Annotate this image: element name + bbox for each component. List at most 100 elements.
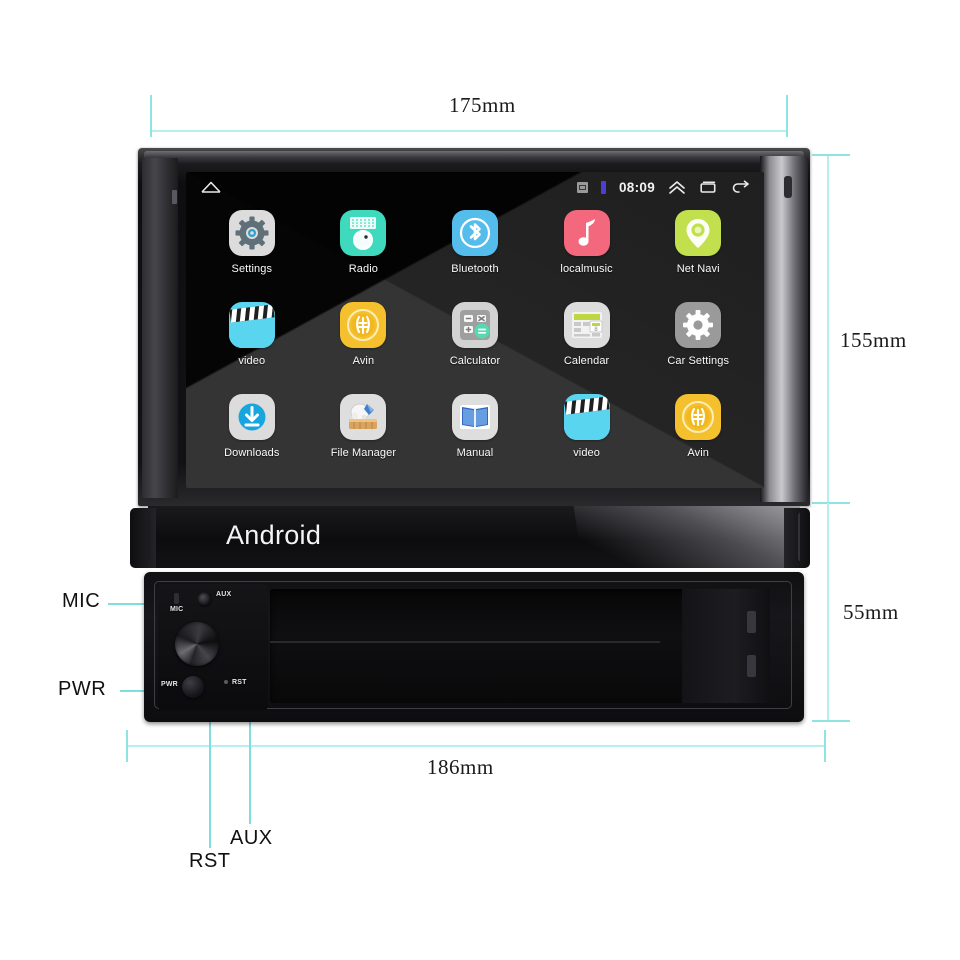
app-label: video bbox=[573, 447, 600, 459]
recent-apps-icon[interactable] bbox=[699, 180, 717, 194]
volume-knob[interactable] bbox=[175, 622, 219, 666]
app-label: Settings bbox=[231, 263, 273, 275]
app-settings[interactable]: Settings bbox=[196, 210, 308, 275]
app-file-manager[interactable]: File Manager bbox=[308, 394, 420, 459]
callout-label-aux: AUX bbox=[230, 827, 273, 849]
screen-right-bezel bbox=[760, 156, 808, 502]
dimension-label-55mm: 55mm bbox=[843, 600, 899, 624]
app-calendar[interactable]: 8 Calendar bbox=[531, 302, 643, 367]
dimension-cap-left-175mm bbox=[150, 95, 152, 137]
brand-band: Android bbox=[148, 506, 800, 568]
app-manual[interactable]: Manual bbox=[419, 394, 531, 459]
app-video-2[interactable]: video bbox=[531, 394, 643, 459]
calendar-icon: 8 bbox=[563, 302, 610, 348]
head-unit-chassis: MIC AUX PWR RST bbox=[144, 572, 804, 722]
chevron-up-icon[interactable] bbox=[668, 180, 686, 195]
file-manager-icon bbox=[340, 394, 387, 440]
app-label: Downloads bbox=[224, 447, 280, 459]
band-right-hinge bbox=[798, 512, 800, 562]
download-icon bbox=[228, 394, 275, 440]
chassis-right-ear bbox=[784, 508, 810, 568]
screen-retract-slot bbox=[270, 589, 770, 703]
avin-icon bbox=[675, 394, 722, 440]
dimension-cap-right-186mm bbox=[824, 730, 826, 762]
app-label: Manual bbox=[456, 447, 494, 459]
diagram-canvas: 175mm 155mm 55mm 186mm MIC PWR AUX RST 0… bbox=[0, 0, 960, 960]
dimension-line-186mm bbox=[126, 745, 826, 747]
slot-guide-tab-upper bbox=[747, 611, 756, 633]
app-calculator[interactable]: Calculator bbox=[419, 302, 531, 367]
dimension-cap-bottom-155mm bbox=[812, 502, 850, 504]
control-panel: MIC AUX PWR RST bbox=[158, 584, 268, 710]
back-arrow-icon[interactable] bbox=[730, 180, 750, 194]
signal-bar-icon bbox=[600, 180, 606, 194]
app-net-navi[interactable]: Net Navi bbox=[642, 210, 754, 275]
bluetooth-icon bbox=[451, 210, 498, 256]
mic-hole bbox=[174, 593, 179, 604]
app-video[interactable]: video bbox=[196, 302, 308, 367]
sim-card-icon bbox=[576, 181, 588, 193]
app-localmusic[interactable]: localmusic bbox=[531, 210, 643, 275]
dimension-cap-top-155mm bbox=[812, 154, 850, 156]
dimension-cap-bottom-55mm bbox=[812, 720, 850, 722]
app-radio[interactable]: Radio bbox=[308, 210, 420, 275]
callout-label-rst: RST bbox=[189, 850, 231, 872]
dimension-line-175mm bbox=[150, 130, 788, 132]
ir-sensor-icon bbox=[784, 176, 792, 198]
map-pin-icon bbox=[675, 210, 722, 256]
app-label: Calendar bbox=[563, 355, 610, 367]
app-label: Net Navi bbox=[676, 263, 720, 275]
panel-marking-mic: MIC bbox=[170, 606, 184, 613]
brand-wordmark: Android bbox=[226, 520, 322, 550]
app-avin-2[interactable]: Avin bbox=[642, 394, 754, 459]
touchscreen-display[interactable]: 08:09 Settings Radio Bluetooth localmusi… bbox=[186, 172, 764, 488]
app-label: File Manager bbox=[330, 447, 397, 459]
music-note-icon bbox=[563, 210, 610, 256]
dimension-label-186mm: 186mm bbox=[427, 755, 494, 779]
calculator-icon bbox=[451, 302, 498, 348]
dimension-label-155mm: 155mm bbox=[840, 328, 907, 352]
slot-inner-lip bbox=[270, 641, 660, 643]
app-downloads[interactable]: Downloads bbox=[196, 394, 308, 459]
app-label: Radio bbox=[348, 263, 379, 275]
app-bluetooth[interactable]: Bluetooth bbox=[419, 210, 531, 275]
screen-top-bezel-gloss bbox=[144, 151, 804, 165]
callout-label-pwr: PWR bbox=[58, 678, 107, 700]
reset-pinhole[interactable] bbox=[224, 680, 228, 684]
callout-label-mic: MIC bbox=[62, 590, 101, 612]
chassis-left-ear bbox=[130, 508, 156, 568]
status-clock: 08:09 bbox=[618, 179, 655, 195]
car-stereo-unit: 08:09 Settings Radio Bluetooth localmusi… bbox=[130, 148, 810, 723]
dimension-cap-left-186mm bbox=[126, 730, 128, 762]
app-car-settings[interactable]: Car Settings bbox=[642, 302, 754, 367]
screen-left-bezel bbox=[142, 158, 178, 498]
aux-jack[interactable] bbox=[197, 592, 212, 607]
panel-marking-aux: AUX bbox=[216, 591, 232, 598]
app-label: localmusic bbox=[560, 263, 613, 275]
app-label: Car Settings bbox=[667, 355, 730, 367]
dimension-line-155mm bbox=[827, 155, 829, 503]
app-label: Bluetooth bbox=[451, 263, 499, 275]
dimension-label-175mm: 175mm bbox=[449, 93, 516, 117]
left-bezel-notch bbox=[172, 190, 177, 204]
dimension-line-55mm bbox=[827, 503, 829, 721]
home-icon[interactable] bbox=[200, 180, 222, 194]
panel-marking-rst: RST bbox=[232, 679, 247, 686]
avin-icon bbox=[340, 302, 387, 348]
clapperboard-icon bbox=[228, 302, 275, 348]
dimension-cap-right-175mm bbox=[786, 95, 788, 137]
clapperboard-icon bbox=[563, 394, 610, 440]
slot-right-wall bbox=[682, 589, 770, 703]
radio-icon bbox=[340, 210, 387, 256]
app-label: Avin bbox=[352, 355, 375, 367]
power-button[interactable] bbox=[182, 676, 204, 698]
panel-marking-pwr: PWR bbox=[161, 681, 178, 688]
manual-book-icon bbox=[451, 394, 498, 440]
android-status-bar: 08:09 bbox=[186, 172, 764, 202]
app-avin[interactable]: Avin bbox=[308, 302, 420, 367]
band-left-hinge bbox=[148, 512, 150, 562]
app-label: Calculator bbox=[449, 355, 501, 367]
app-launcher-grid: Settings Radio Bluetooth localmusic Net … bbox=[186, 204, 764, 488]
flip-screen-assembly: 08:09 Settings Radio Bluetooth localmusi… bbox=[138, 148, 810, 506]
app-label: video bbox=[238, 355, 266, 367]
